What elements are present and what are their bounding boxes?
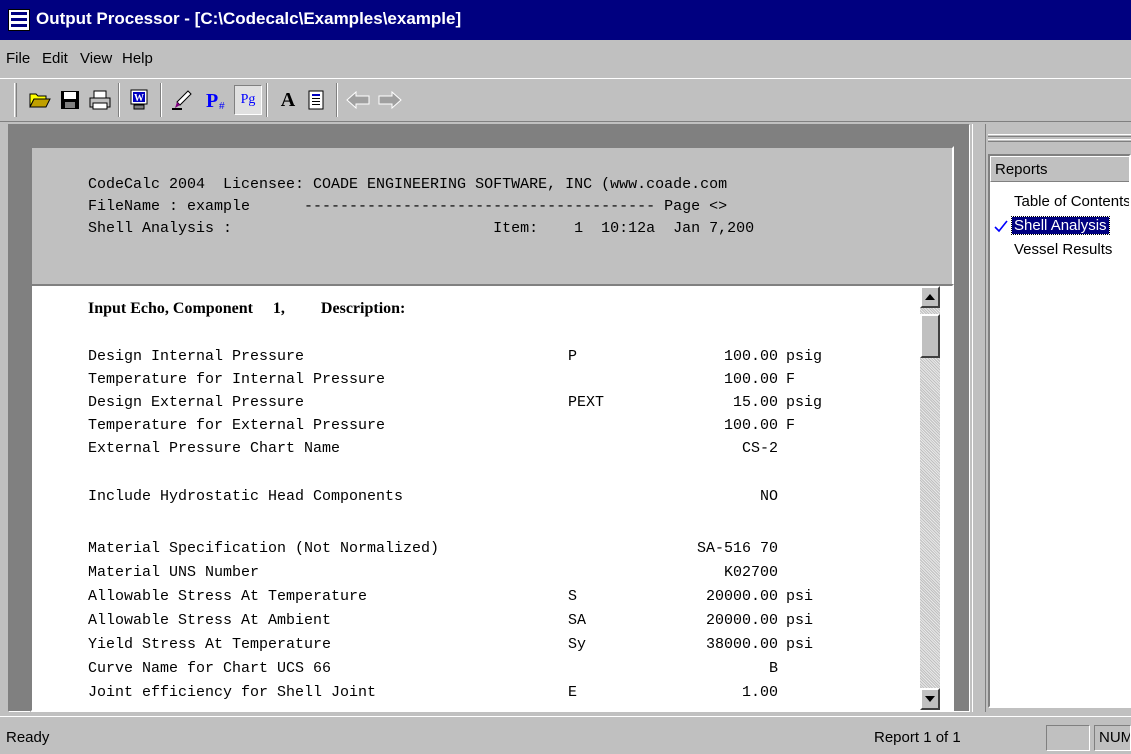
pane-grip[interactable] (988, 139, 1131, 142)
row-value: 1.00 (741, 684, 778, 701)
row-label: Yield Stress At Temperature (88, 636, 332, 653)
svg-text:P: P (206, 90, 218, 112)
row-symbol: PEXT (568, 394, 605, 411)
row-unit: psi (786, 588, 814, 605)
row-value: 38000.00 (705, 636, 778, 653)
row-label: Temperature for External Pressure (88, 417, 386, 434)
page-number-icon[interactable]: P # (204, 85, 232, 115)
row-unit: psig (786, 394, 823, 411)
font-button-label: A (280, 88, 296, 111)
svg-text:#: # (219, 101, 225, 112)
page-button-label: Pg (240, 92, 256, 107)
toolbar-grip[interactable] (14, 83, 17, 117)
page-icon[interactable]: Pg (234, 85, 262, 115)
row-value: B (768, 660, 778, 677)
open-icon[interactable] (26, 85, 54, 115)
row-value: 100.00 (723, 371, 778, 388)
report-vertical-scrollbar[interactable] (920, 286, 940, 710)
save-icon[interactable] (56, 85, 84, 115)
toolbar-separator (160, 83, 162, 117)
row-label: Design Internal Pressure (88, 348, 305, 365)
row-value: CS-2 (741, 440, 778, 457)
report-count: Report 1 of 1 (874, 729, 961, 746)
row-value: 20000.00 (705, 588, 778, 605)
reports-list: Reports Table of Contents Shell Analysis… (988, 154, 1131, 708)
row-value: SA-516 70 (696, 540, 778, 557)
row-symbol: E (568, 684, 578, 701)
row-value: K02700 (723, 564, 778, 581)
reports-side-pane: Reports Table of Contents Shell Analysis… (986, 124, 1131, 712)
row-label: Include Hydrostatic Head Components (88, 488, 404, 505)
row-symbol: P (568, 348, 578, 365)
forward-arrow-icon[interactable] (376, 85, 404, 115)
row-symbol: S (568, 588, 578, 605)
pane-grip[interactable] (988, 134, 1131, 137)
row-unit: psig (786, 348, 823, 365)
row-label: Curve Name for Chart UCS 66 (88, 660, 332, 677)
toolbar-separator (118, 83, 120, 117)
back-arrow-icon[interactable] (344, 85, 372, 115)
report-item-label: Vessel Results (1014, 241, 1113, 258)
title-bar: Output Processor - [C:\Codecalc\Examples… (0, 0, 1131, 40)
header-line: CodeCalc 2004 Licensee: COADE ENGINEERIN… (88, 176, 728, 193)
scrollbar-thumb[interactable] (920, 314, 940, 358)
document-icon[interactable] (302, 85, 330, 115)
report-header-panel: CodeCalc 2004 Licensee: COADE ENGINEERIN… (30, 146, 954, 306)
toolbar-separator (266, 83, 268, 117)
row-label: Joint efficiency for Shell Joint (88, 684, 377, 701)
row-label: Temperature for Internal Pressure (88, 371, 386, 388)
word-export-icon[interactable]: W (126, 85, 154, 115)
status-bar: Ready Report 1 of 1 NUM (0, 716, 1131, 754)
checkmark-icon (994, 220, 1008, 233)
status-text: Ready (6, 729, 50, 746)
menu-bar: File Edit View Help (0, 40, 1131, 76)
row-symbol: Sy (568, 636, 587, 653)
row-value: 100.00 (723, 417, 778, 434)
row-value: NO (759, 488, 778, 505)
row-label: Design External Pressure (88, 394, 305, 411)
scroll-up-button[interactable] (920, 286, 940, 308)
num-lock-indicator: NUM (1094, 725, 1131, 751)
print-icon[interactable] (86, 85, 114, 115)
input-echo-heading: Input Echo, Component 1, Description: (88, 300, 406, 317)
row-value: 15.00 (732, 394, 778, 411)
toolbar-separator (336, 83, 338, 117)
row-unit: psi (786, 612, 814, 629)
chevron-up-icon (925, 294, 935, 300)
header-line: FileName : example ---------------------… (88, 198, 728, 215)
status-indicator-empty (1046, 725, 1090, 751)
highlighter-icon[interactable] (168, 85, 196, 115)
row-unit: F (786, 371, 796, 388)
row-label: Material UNS Number (88, 564, 260, 581)
row-symbol: SA (568, 612, 587, 629)
row-label: Material Specification (Not Normalized) (88, 540, 440, 557)
report-item-label: Table of Contents (1014, 193, 1131, 210)
row-unit: psi (786, 636, 814, 653)
row-unit: F (786, 417, 796, 434)
header-line: Shell Analysis : Item: 1 10:12a Jan 7,20… (88, 220, 755, 237)
chevron-down-icon (925, 696, 935, 702)
pane-splitter[interactable] (972, 124, 986, 712)
menu-view[interactable]: View (80, 50, 112, 67)
scroll-down-button[interactable] (920, 688, 940, 710)
reports-column-header[interactable]: Reports (990, 156, 1129, 182)
row-value: 20000.00 (705, 612, 778, 629)
menu-file[interactable]: File (6, 50, 30, 67)
menu-edit[interactable]: Edit (42, 50, 68, 67)
row-label: Allowable Stress At Ambient (88, 612, 332, 629)
toolbar: W P # Pg A (0, 78, 1131, 122)
svg-text:W: W (134, 93, 144, 104)
font-icon[interactable]: A (274, 85, 302, 115)
report-panel: Input Echo, Component 1, Description: De… (30, 284, 954, 712)
row-label: Allowable Stress At Temperature (88, 588, 368, 605)
window-title: Output Processor - [C:\Codecalc\Examples… (36, 9, 462, 28)
report-body: Input Echo, Component 1, Description: De… (32, 286, 920, 710)
row-label: External Pressure Chart Name (88, 440, 341, 457)
report-item-label: Shell Analysis (1011, 216, 1110, 235)
menu-help[interactable]: Help (122, 50, 153, 67)
app-icon[interactable] (8, 9, 30, 31)
row-value: 100.00 (723, 348, 778, 365)
